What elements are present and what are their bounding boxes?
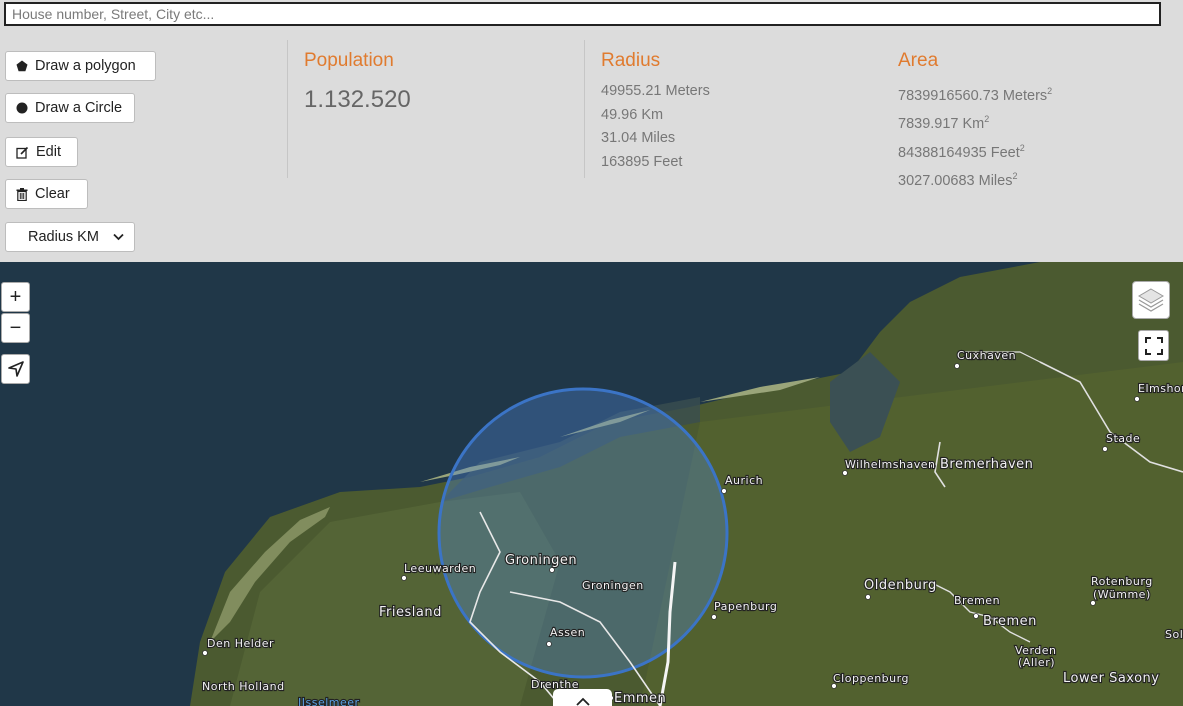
draw-polygon-label: Draw a polygon (35, 58, 136, 74)
radius-unit-select[interactable]: Radius KM (5, 222, 135, 252)
fullscreen-button[interactable] (1138, 330, 1169, 361)
label-ijsselmeer: IJsselmeer (298, 696, 360, 706)
layers-button[interactable] (1132, 281, 1170, 319)
population-panel: Population 1.132.520 (287, 40, 584, 178)
area-feet: 84388164935 Feet2 (898, 142, 1025, 161)
control-panel: Draw a polygon Draw a Circle Edit Clear … (0, 0, 1183, 262)
satellite-map[interactable]: Cuxhaven Elmshor Stade Wilhelmshaven Bre… (0, 262, 1183, 706)
area-miles: 3027.00683 Miles2 (898, 170, 1018, 189)
zoom-in-button[interactable]: + (1, 282, 30, 312)
label-friesland: Friesland (379, 605, 442, 620)
label-oldenburg: Oldenburg (864, 578, 937, 593)
radius-panel: Radius 49955.21 Meters 49.96 Km 31.04 Mi… (584, 40, 881, 178)
radius-km: 49.96 Km (601, 106, 664, 123)
label-rotenburg: Rotenburg (1091, 575, 1153, 588)
clear-button[interactable]: Clear (5, 179, 88, 209)
fullscreen-icon (1144, 336, 1163, 355)
label-cuxhaven: Cuxhaven (957, 349, 1016, 362)
radius-meters: 49955.21 Meters (601, 83, 710, 99)
layers-icon (1138, 288, 1164, 312)
label-bremerhaven: Bremerhaven (940, 457, 1033, 472)
area-meters: 7839916560.73 Meters2 (898, 86, 1053, 104)
chevron-down-icon (113, 233, 124, 241)
label-wumme: (Wümme) (1093, 588, 1151, 601)
zoom-out-button[interactable]: − (1, 313, 30, 343)
expand-panel-button[interactable] (553, 689, 612, 706)
map-imagery: Cuxhaven Elmshor Stade Wilhelmshaven Bre… (0, 262, 1183, 706)
radius-title: Radius (601, 50, 661, 71)
label-sol: Sol (1165, 628, 1183, 641)
label-wilhelmshaven: Wilhelmshaven (845, 458, 935, 471)
address-search-input[interactable] (4, 2, 1161, 26)
label-assen: Assen (550, 626, 585, 639)
population-title: Population (304, 50, 394, 71)
circle-icon (16, 102, 28, 114)
label-stade: Stade (1106, 432, 1140, 445)
locate-button[interactable] (1, 354, 30, 384)
radius-miles: 31.04 Miles (601, 130, 676, 146)
navigation-arrow-icon (7, 361, 24, 377)
label-north-holland: North Holland (202, 680, 285, 693)
label-den-helder: Den Helder (207, 637, 274, 650)
draw-polygon-button[interactable]: Draw a polygon (5, 51, 156, 81)
label-aurich: Aurich (725, 474, 763, 487)
label-bremen-city: Bremen (983, 614, 1037, 629)
label-papenburg: Papenburg (714, 600, 777, 613)
label-bremen-state: Bremen (954, 594, 1000, 607)
label-cloppenburg: Cloppenburg (833, 672, 909, 685)
area-km: 7839.917 Km2 (898, 114, 990, 133)
label-emmen: Emmen (614, 691, 666, 706)
edit-button[interactable]: Edit (5, 137, 78, 167)
label-leeuwarden: Leeuwarden (404, 562, 476, 575)
clear-label: Clear (35, 186, 70, 202)
area-title: Area (898, 50, 939, 71)
label-groningen-city: Groningen (505, 553, 577, 568)
label-aller: (Aller) (1018, 656, 1055, 669)
edit-label: Edit (36, 144, 61, 160)
label-lower-saxony: Lower Saxony (1063, 671, 1159, 686)
draw-circle-label: Draw a Circle (35, 100, 123, 116)
chevron-up-icon (575, 697, 590, 706)
radius-unit-value: Radius KM (28, 229, 99, 245)
pentagon-icon (16, 60, 28, 72)
area-panel: Area 7839916560.73 Meters2 7839.917 Km2 … (897, 40, 1167, 189)
label-groningen-province: Groningen (582, 579, 644, 592)
draw-circle-button[interactable]: Draw a Circle (5, 93, 135, 123)
population-value: 1.132.520 (304, 86, 411, 113)
label-elmshorn: Elmshor (1138, 382, 1183, 395)
edit-icon (16, 146, 29, 159)
trash-icon (16, 187, 28, 201)
radius-feet: 163895 Feet (601, 153, 683, 170)
